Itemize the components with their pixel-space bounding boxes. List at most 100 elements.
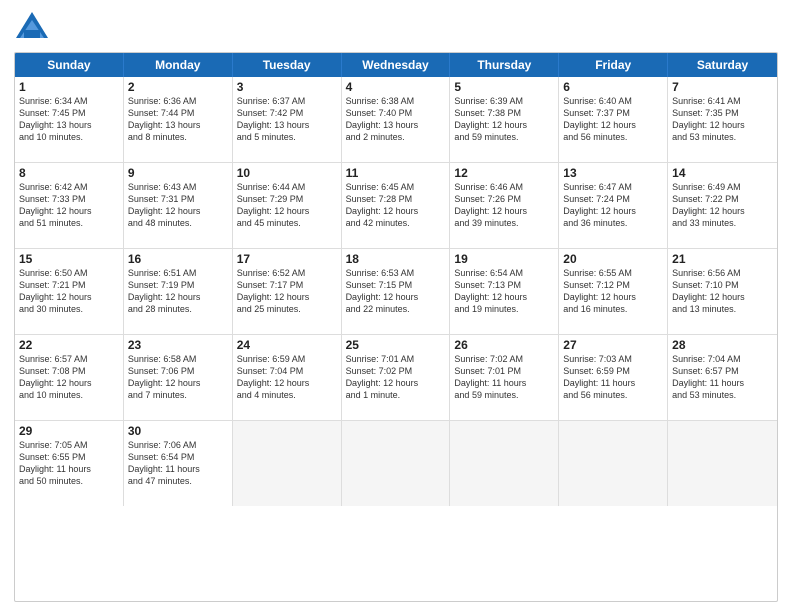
day-number: 8 bbox=[19, 166, 119, 180]
calendar-cell-empty bbox=[342, 421, 451, 506]
cell-line: Sunrise: 7:04 AM bbox=[672, 353, 773, 365]
cell-line: and 19 minutes. bbox=[454, 303, 554, 315]
cell-details: Sunrise: 6:57 AMSunset: 7:08 PMDaylight:… bbox=[19, 353, 119, 402]
day-number: 4 bbox=[346, 80, 446, 94]
cell-details: Sunrise: 6:54 AMSunset: 7:13 PMDaylight:… bbox=[454, 267, 554, 316]
cell-line: and 45 minutes. bbox=[237, 217, 337, 229]
cell-details: Sunrise: 6:45 AMSunset: 7:28 PMDaylight:… bbox=[346, 181, 446, 230]
cell-line: Sunset: 7:40 PM bbox=[346, 107, 446, 119]
cell-details: Sunrise: 6:38 AMSunset: 7:40 PMDaylight:… bbox=[346, 95, 446, 144]
cell-line: Sunset: 7:45 PM bbox=[19, 107, 119, 119]
cell-line: Daylight: 12 hours bbox=[346, 291, 446, 303]
cell-line: and 4 minutes. bbox=[237, 389, 337, 401]
cell-details: Sunrise: 6:55 AMSunset: 7:12 PMDaylight:… bbox=[563, 267, 663, 316]
cell-details: Sunrise: 7:02 AMSunset: 7:01 PMDaylight:… bbox=[454, 353, 554, 402]
calendar-cell-day-11: 11Sunrise: 6:45 AMSunset: 7:28 PMDayligh… bbox=[342, 163, 451, 248]
cell-line: Sunrise: 6:38 AM bbox=[346, 95, 446, 107]
calendar-cell-day-17: 17Sunrise: 6:52 AMSunset: 7:17 PMDayligh… bbox=[233, 249, 342, 334]
cell-line: Sunset: 7:31 PM bbox=[128, 193, 228, 205]
cell-line: Sunset: 7:33 PM bbox=[19, 193, 119, 205]
cell-line: Sunrise: 6:57 AM bbox=[19, 353, 119, 365]
cell-line: Daylight: 12 hours bbox=[237, 377, 337, 389]
cell-line: and 53 minutes. bbox=[672, 389, 773, 401]
cell-line: Sunset: 7:01 PM bbox=[454, 365, 554, 377]
cell-line: and 42 minutes. bbox=[346, 217, 446, 229]
day-number: 21 bbox=[672, 252, 773, 266]
cell-line: Daylight: 12 hours bbox=[19, 205, 119, 217]
cell-line: Sunset: 7:37 PM bbox=[563, 107, 663, 119]
cell-line: Sunrise: 7:05 AM bbox=[19, 439, 119, 451]
cell-line: Sunrise: 6:55 AM bbox=[563, 267, 663, 279]
calendar-cell-day-8: 8Sunrise: 6:42 AMSunset: 7:33 PMDaylight… bbox=[15, 163, 124, 248]
cell-details: Sunrise: 6:58 AMSunset: 7:06 PMDaylight:… bbox=[128, 353, 228, 402]
calendar-cell-day-26: 26Sunrise: 7:02 AMSunset: 7:01 PMDayligh… bbox=[450, 335, 559, 420]
cell-details: Sunrise: 7:03 AMSunset: 6:59 PMDaylight:… bbox=[563, 353, 663, 402]
calendar-cell-day-1: 1Sunrise: 6:34 AMSunset: 7:45 PMDaylight… bbox=[15, 77, 124, 162]
cell-line: Daylight: 12 hours bbox=[454, 291, 554, 303]
cell-line: Sunset: 7:29 PM bbox=[237, 193, 337, 205]
cell-line: and 10 minutes. bbox=[19, 389, 119, 401]
cell-details: Sunrise: 6:41 AMSunset: 7:35 PMDaylight:… bbox=[672, 95, 773, 144]
cell-line: Sunset: 6:59 PM bbox=[563, 365, 663, 377]
weekday-header-saturday: Saturday bbox=[668, 53, 777, 77]
calendar-cell-day-9: 9Sunrise: 6:43 AMSunset: 7:31 PMDaylight… bbox=[124, 163, 233, 248]
weekday-header-monday: Monday bbox=[124, 53, 233, 77]
cell-line: Sunrise: 6:40 AM bbox=[563, 95, 663, 107]
cell-line: Daylight: 11 hours bbox=[563, 377, 663, 389]
cell-line: Sunrise: 6:37 AM bbox=[237, 95, 337, 107]
cell-line: and 1 minute. bbox=[346, 389, 446, 401]
cell-line: Sunrise: 7:03 AM bbox=[563, 353, 663, 365]
cell-line: and 10 minutes. bbox=[19, 131, 119, 143]
cell-details: Sunrise: 6:34 AMSunset: 7:45 PMDaylight:… bbox=[19, 95, 119, 144]
calendar-row-5: 29Sunrise: 7:05 AMSunset: 6:55 PMDayligh… bbox=[15, 420, 777, 506]
cell-line: and 59 minutes. bbox=[454, 131, 554, 143]
cell-line: Daylight: 12 hours bbox=[128, 291, 228, 303]
cell-line: Sunrise: 6:54 AM bbox=[454, 267, 554, 279]
cell-line: Sunset: 7:15 PM bbox=[346, 279, 446, 291]
day-number: 20 bbox=[563, 252, 663, 266]
cell-details: Sunrise: 6:37 AMSunset: 7:42 PMDaylight:… bbox=[237, 95, 337, 144]
cell-line: Sunset: 7:22 PM bbox=[672, 193, 773, 205]
cell-line: Sunset: 7:08 PM bbox=[19, 365, 119, 377]
cell-line: Sunrise: 6:56 AM bbox=[672, 267, 773, 279]
cell-line: Sunrise: 7:02 AM bbox=[454, 353, 554, 365]
cell-line: Daylight: 12 hours bbox=[19, 377, 119, 389]
day-number: 13 bbox=[563, 166, 663, 180]
cell-line: Daylight: 12 hours bbox=[672, 205, 773, 217]
cell-details: Sunrise: 7:04 AMSunset: 6:57 PMDaylight:… bbox=[672, 353, 773, 402]
cell-line: Daylight: 12 hours bbox=[237, 205, 337, 217]
cell-line: Sunset: 7:35 PM bbox=[672, 107, 773, 119]
cell-details: Sunrise: 6:50 AMSunset: 7:21 PMDaylight:… bbox=[19, 267, 119, 316]
cell-line: and 28 minutes. bbox=[128, 303, 228, 315]
calendar-cell-day-20: 20Sunrise: 6:55 AMSunset: 7:12 PMDayligh… bbox=[559, 249, 668, 334]
calendar-cell-day-4: 4Sunrise: 6:38 AMSunset: 7:40 PMDaylight… bbox=[342, 77, 451, 162]
cell-line: Sunrise: 6:47 AM bbox=[563, 181, 663, 193]
cell-line: Daylight: 12 hours bbox=[672, 119, 773, 131]
day-number: 26 bbox=[454, 338, 554, 352]
calendar-body: 1Sunrise: 6:34 AMSunset: 7:45 PMDaylight… bbox=[15, 77, 777, 506]
cell-line: Daylight: 13 hours bbox=[19, 119, 119, 131]
page: SundayMondayTuesdayWednesdayThursdayFrid… bbox=[0, 0, 792, 612]
calendar-cell-day-19: 19Sunrise: 6:54 AMSunset: 7:13 PMDayligh… bbox=[450, 249, 559, 334]
cell-line: and 47 minutes. bbox=[128, 475, 228, 487]
calendar-row-3: 15Sunrise: 6:50 AMSunset: 7:21 PMDayligh… bbox=[15, 248, 777, 334]
logo bbox=[14, 10, 54, 46]
cell-line: Daylight: 13 hours bbox=[346, 119, 446, 131]
cell-line: Sunset: 7:19 PM bbox=[128, 279, 228, 291]
cell-line: Daylight: 11 hours bbox=[454, 377, 554, 389]
cell-line: Daylight: 13 hours bbox=[237, 119, 337, 131]
calendar-cell-day-30: 30Sunrise: 7:06 AMSunset: 6:54 PMDayligh… bbox=[124, 421, 233, 506]
day-number: 1 bbox=[19, 80, 119, 94]
cell-details: Sunrise: 6:46 AMSunset: 7:26 PMDaylight:… bbox=[454, 181, 554, 230]
cell-line: and 53 minutes. bbox=[672, 131, 773, 143]
cell-line: and 30 minutes. bbox=[19, 303, 119, 315]
cell-line: Sunset: 6:54 PM bbox=[128, 451, 228, 463]
day-number: 29 bbox=[19, 424, 119, 438]
cell-line: Sunset: 7:26 PM bbox=[454, 193, 554, 205]
calendar: SundayMondayTuesdayWednesdayThursdayFrid… bbox=[14, 52, 778, 602]
cell-details: Sunrise: 6:52 AMSunset: 7:17 PMDaylight:… bbox=[237, 267, 337, 316]
cell-line: Sunrise: 6:39 AM bbox=[454, 95, 554, 107]
day-number: 30 bbox=[128, 424, 228, 438]
cell-details: Sunrise: 6:51 AMSunset: 7:19 PMDaylight:… bbox=[128, 267, 228, 316]
day-number: 11 bbox=[346, 166, 446, 180]
